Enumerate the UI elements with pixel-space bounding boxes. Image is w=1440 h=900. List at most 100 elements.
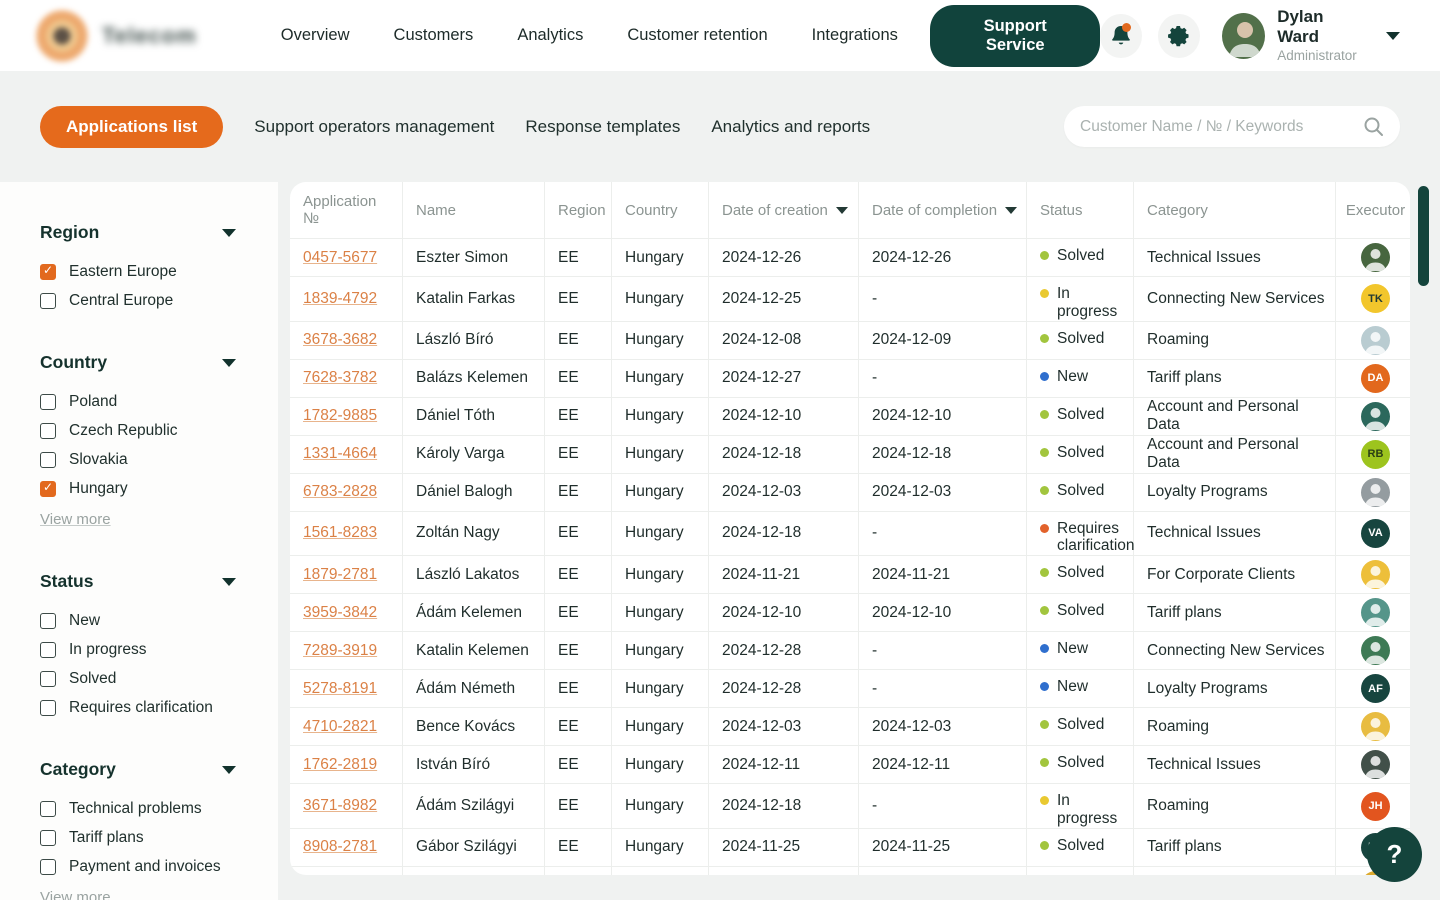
table-row[interactable]: 9829-2676Miklós HorváthEEHungary2024-12-… bbox=[290, 866, 1410, 875]
application-link[interactable]: 1331-4664 bbox=[303, 445, 377, 463]
table-row[interactable]: 3671-8982Ádám SzilágyiEEHungary2024-12-1… bbox=[290, 783, 1410, 828]
filter-option-poland[interactable]: Poland bbox=[40, 393, 258, 411]
filter-option-slovakia[interactable]: Slovakia bbox=[40, 451, 258, 469]
table-row[interactable]: 1782-9885Dániel TóthEEHungary2024-12-102… bbox=[290, 397, 1410, 435]
notifications-button[interactable] bbox=[1100, 14, 1142, 58]
application-link[interactable]: 7628-3782 bbox=[303, 369, 377, 387]
vertical-scrollbar bbox=[1414, 184, 1432, 872]
filter-option-czech-republic[interactable]: Czech Republic bbox=[40, 422, 258, 440]
application-link[interactable]: 7289-3919 bbox=[303, 642, 377, 660]
user-menu[interactable]: Dylan Ward Administrator bbox=[1222, 7, 1400, 64]
checkbox[interactable] bbox=[40, 613, 56, 629]
table-row[interactable]: 5278-8191Ádám NémethEEHungary2024-12-28-… bbox=[290, 669, 1410, 707]
sort-caret-icon[interactable] bbox=[836, 207, 848, 214]
nav-item-integrations[interactable]: Integrations bbox=[812, 26, 898, 45]
nav-item-customer-retention[interactable]: Customer retention bbox=[627, 26, 767, 45]
table-row[interactable]: 1879-2781László LakatosEEHungary2024-11-… bbox=[290, 555, 1410, 593]
sort-caret-icon[interactable] bbox=[1005, 207, 1017, 214]
checkbox[interactable] bbox=[40, 642, 56, 658]
application-link[interactable]: 1762-2819 bbox=[303, 756, 377, 774]
table-row[interactable]: 4710-2821Bence KovácsEEHungary2024-12-03… bbox=[290, 707, 1410, 745]
tab-applications-list[interactable]: Applications list bbox=[40, 106, 223, 148]
cell-country: Hungary bbox=[612, 398, 709, 435]
filter-group-header[interactable]: Country bbox=[40, 352, 236, 373]
cell-region: EE bbox=[545, 670, 612, 707]
application-link[interactable]: 4710-2821 bbox=[303, 718, 377, 736]
table-row[interactable]: 3678-3682László BíróEEHungary2024-12-082… bbox=[290, 321, 1410, 359]
help-button[interactable]: ? bbox=[1367, 827, 1422, 882]
table-row[interactable]: 8908-2781Gábor SzilágyiEEHungary2024-11-… bbox=[290, 828, 1410, 866]
application-link[interactable]: 1561-8283 bbox=[303, 524, 377, 542]
checkbox[interactable] bbox=[40, 293, 56, 309]
filter-option-tariff-plans[interactable]: Tariff plans bbox=[40, 829, 258, 847]
filter-option-payment-and-invoices[interactable]: Payment and invoices bbox=[40, 858, 258, 876]
table-row[interactable]: 1762-2819István BíróEEHungary2024-12-112… bbox=[290, 745, 1410, 783]
table-row[interactable]: 1839-4792Katalin FarkasEEHungary2024-12-… bbox=[290, 276, 1410, 321]
application-link[interactable]: 1879-2781 bbox=[303, 566, 377, 584]
tab-support-operators-management[interactable]: Support operators management bbox=[254, 106, 494, 148]
table-row[interactable]: 1331-4664Károly VargaEEHungary2024-12-18… bbox=[290, 435, 1410, 473]
table-row[interactable]: 3959-3842Ádám KelemenEEHungary2024-12-10… bbox=[290, 593, 1410, 631]
column-header-date-of-creation[interactable]: Date of creation bbox=[709, 182, 859, 238]
filter-group-header[interactable]: Category bbox=[40, 759, 236, 780]
filter-option-technical-problems[interactable]: Technical problems bbox=[40, 800, 258, 818]
executor-avatar bbox=[1361, 750, 1390, 779]
filter-option-eastern-europe[interactable]: Eastern Europe bbox=[40, 263, 258, 281]
table-row[interactable]: 1561-8283Zoltán NagyEEHungary2024-12-18-… bbox=[290, 511, 1410, 556]
filter-group-header[interactable]: Status bbox=[40, 571, 236, 592]
checkbox[interactable] bbox=[40, 700, 56, 716]
nav-item-customers[interactable]: Customers bbox=[394, 26, 474, 45]
table-row[interactable]: 7628-3782Balázs KelemenEEHungary2024-12-… bbox=[290, 359, 1410, 397]
checkbox[interactable] bbox=[40, 671, 56, 687]
nav-item-overview[interactable]: Overview bbox=[281, 26, 350, 45]
filter-option-solved[interactable]: Solved bbox=[40, 670, 258, 688]
view-more-link[interactable]: View more bbox=[40, 511, 111, 528]
tab-analytics-and-reports[interactable]: Analytics and reports bbox=[711, 106, 870, 148]
application-link[interactable]: 8908-2781 bbox=[303, 838, 377, 856]
checkbox[interactable] bbox=[40, 859, 56, 875]
cell-date-of-creation: 2024-11-21 bbox=[709, 556, 859, 593]
checkbox[interactable] bbox=[40, 394, 56, 410]
tab-response-templates[interactable]: Response templates bbox=[525, 106, 680, 148]
application-link[interactable]: 3671-8982 bbox=[303, 797, 377, 815]
view-more-link[interactable]: View more bbox=[40, 889, 111, 900]
checkbox[interactable] bbox=[40, 801, 56, 817]
nav-item-analytics[interactable]: Analytics bbox=[517, 26, 583, 45]
cell-status: New bbox=[1027, 670, 1134, 707]
filter-group-header[interactable]: Region bbox=[40, 222, 236, 243]
application-link[interactable]: 3678-3682 bbox=[303, 331, 377, 349]
cell-application-number: 1762-2819 bbox=[290, 746, 403, 783]
support-service-button[interactable]: Support Service bbox=[930, 5, 1101, 67]
checkbox[interactable] bbox=[40, 264, 56, 280]
brand-logo[interactable]: Telecom bbox=[36, 10, 233, 62]
filter-option-in-progress[interactable]: In progress bbox=[40, 641, 258, 659]
table-row[interactable]: 6783-2828Dániel BaloghEEHungary2024-12-0… bbox=[290, 473, 1410, 511]
checkbox[interactable] bbox=[40, 830, 56, 846]
search-input[interactable] bbox=[1080, 118, 1363, 136]
filter-option-central-europe[interactable]: Central Europe bbox=[40, 292, 258, 310]
checkbox[interactable] bbox=[40, 423, 56, 439]
filter-option-new[interactable]: New bbox=[40, 612, 258, 630]
checkbox[interactable] bbox=[40, 481, 56, 497]
filter-option-requires-clarification[interactable]: Requires clarification bbox=[40, 699, 258, 717]
status-label: New bbox=[1057, 640, 1088, 658]
checkbox[interactable] bbox=[40, 452, 56, 468]
search-box[interactable] bbox=[1064, 106, 1400, 147]
settings-button[interactable] bbox=[1158, 14, 1200, 58]
scrollbar-thumb[interactable] bbox=[1418, 186, 1429, 286]
cell-date-of-completion: 2024-12-18 bbox=[859, 436, 1027, 473]
filter-option-hungary[interactable]: Hungary bbox=[40, 480, 258, 498]
cell-region: EE bbox=[545, 746, 612, 783]
cell-status: Solved bbox=[1027, 829, 1134, 866]
table-row[interactable]: 0457-5677Eszter SimonEEHungary2024-12-26… bbox=[290, 238, 1410, 276]
cell-executor: VA bbox=[1336, 512, 1410, 556]
application-link[interactable]: 5278-8191 bbox=[303, 680, 377, 698]
table-row[interactable]: 7289-3919Katalin KelemenEEHungary2024-12… bbox=[290, 631, 1410, 669]
application-link[interactable]: 0457-5677 bbox=[303, 249, 377, 267]
application-link[interactable]: 1782-9885 bbox=[303, 407, 377, 425]
column-header-date-of-completion[interactable]: Date of completion bbox=[859, 182, 1027, 238]
cell-application-number: 1561-8283 bbox=[290, 512, 403, 556]
application-link[interactable]: 3959-3842 bbox=[303, 604, 377, 622]
application-link[interactable]: 6783-2828 bbox=[303, 483, 377, 501]
application-link[interactable]: 1839-4792 bbox=[303, 290, 377, 308]
